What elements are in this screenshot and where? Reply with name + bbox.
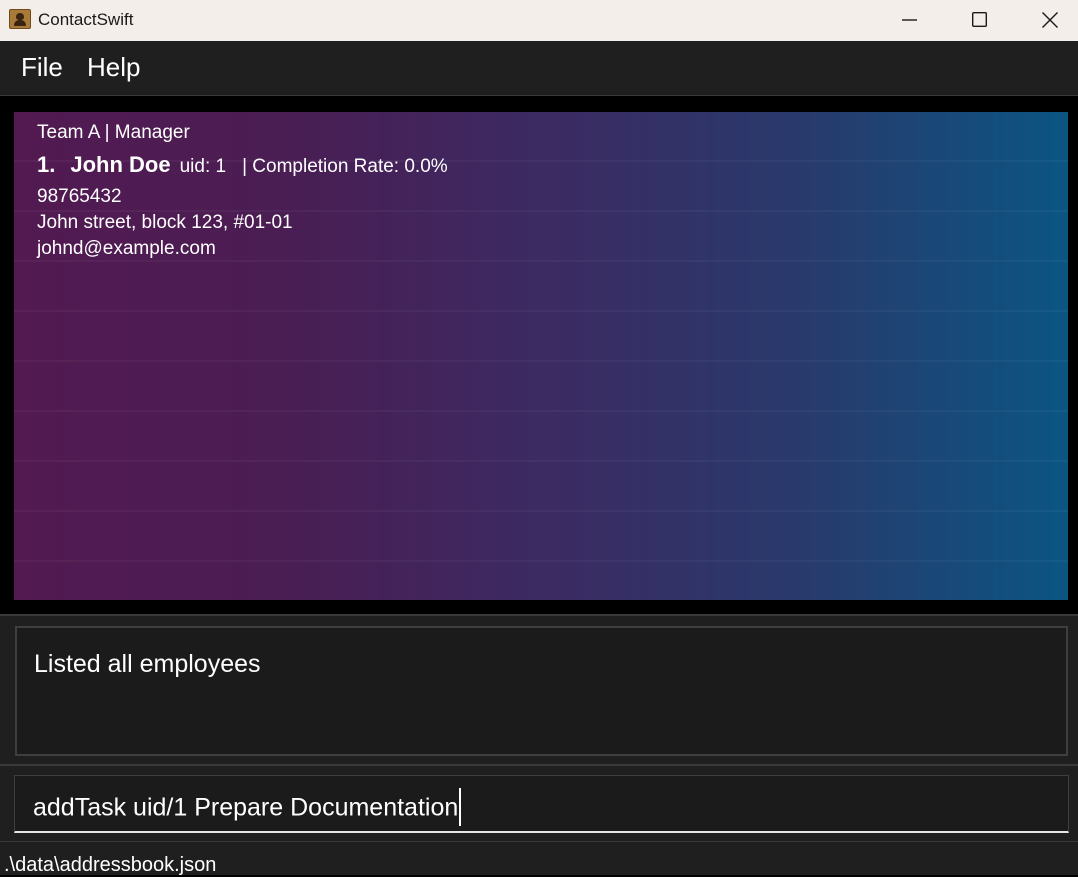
employee-email: johnd@example.com [37, 238, 216, 259]
employee-uid: uid: 1 [179, 156, 227, 177]
employee-phone: 98765432 [37, 186, 122, 207]
minimize-icon [902, 19, 917, 21]
command-panel: addTask uid/1 Prepare Documentation [0, 766, 1078, 841]
command-text-wrapper: addTask uid/1 Prepare Documentation [33, 788, 462, 828]
text-caret [459, 788, 462, 826]
title-bar: ContactSwift [0, 0, 1078, 41]
completion-rate: | Completion Rate: 0.0% [242, 156, 448, 177]
command-input[interactable]: addTask uid/1 Prepare Documentation [14, 775, 1069, 833]
maximize-icon [972, 12, 987, 27]
employee-name: John Doe [70, 152, 171, 177]
card-background [14, 112, 1068, 600]
window-title: ContactSwift [38, 10, 134, 29]
employee-list-panel: Team A | Manager 1. John Doe uid: 1 | Co… [0, 96, 1078, 614]
menu-file[interactable]: File [21, 52, 63, 83]
contact-book-icon [9, 9, 31, 29]
minimize-button[interactable] [883, 0, 937, 41]
result-panel: Listed all employees [0, 616, 1078, 764]
employee-index: 1. [37, 152, 56, 177]
menu-help[interactable]: Help [87, 52, 140, 83]
close-icon [1042, 12, 1058, 28]
employee-address: John street, block 123, #01-01 [37, 212, 293, 233]
command-text: addTask uid/1 Prepare Documentation [33, 793, 459, 822]
result-display[interactable]: Listed all employees [15, 626, 1068, 756]
status-bar: .\data\addressbook.json [0, 841, 1078, 876]
menu-bar: File Help [0, 41, 1078, 96]
team-role: Team A | Manager [37, 122, 190, 143]
close-button[interactable] [1023, 0, 1077, 41]
name-row: 1. John Doe uid: 1 | Completion Rate: 0.… [37, 152, 448, 178]
result-message: Listed all employees [34, 650, 261, 678]
employee-card[interactable]: Team A | Manager 1. John Doe uid: 1 | Co… [14, 112, 1068, 600]
maximize-button[interactable] [953, 0, 1007, 41]
